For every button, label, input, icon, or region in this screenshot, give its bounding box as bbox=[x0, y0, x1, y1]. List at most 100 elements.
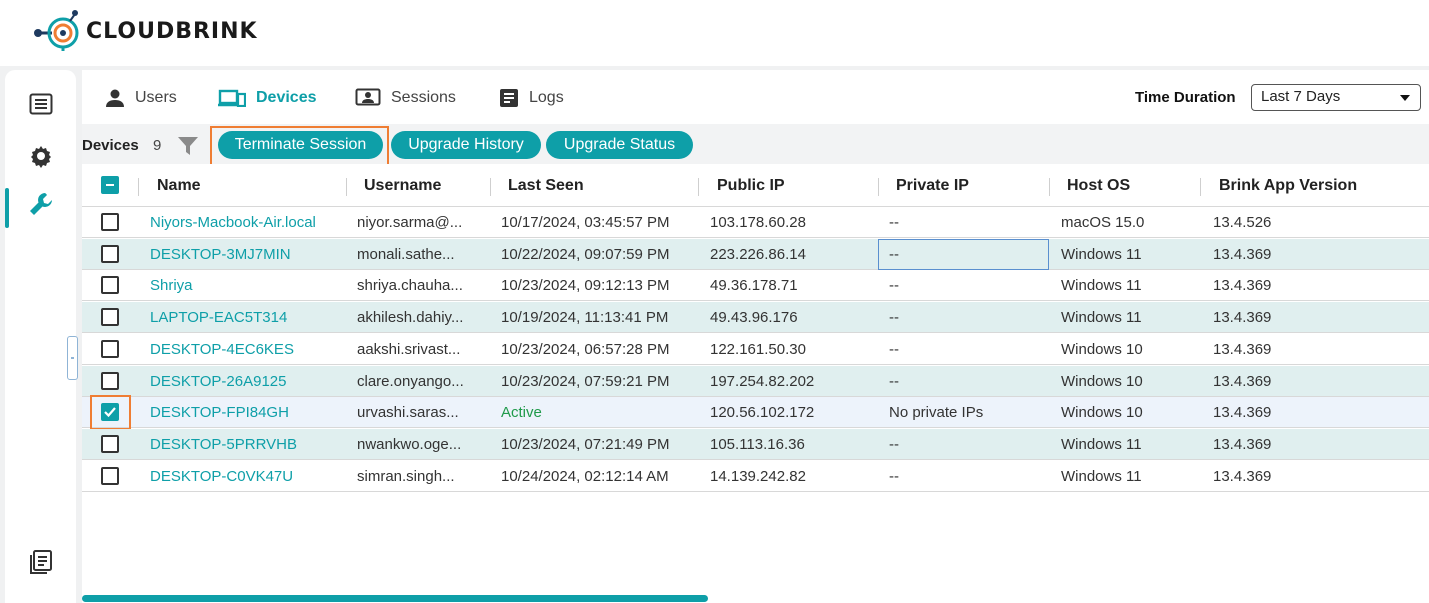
device-name-link[interactable]: DESKTOP-4EC6KES bbox=[150, 341, 294, 358]
column-header-brink-app-version[interactable]: Brink App Version bbox=[1219, 177, 1357, 195]
host-os-cell: Windows 10 bbox=[1061, 340, 1143, 358]
select-all-checkbox[interactable] bbox=[101, 176, 119, 194]
column-divider bbox=[1049, 178, 1050, 196]
table-row[interactable]: DESKTOP-3MJ7MIN monali.sathe... 10/22/2024… bbox=[82, 238, 1429, 270]
host-os-cell: Windows 11 bbox=[1061, 277, 1142, 295]
time-duration-value: Last 7 Days bbox=[1261, 88, 1341, 105]
column-header-host-os[interactable]: Host OS bbox=[1067, 177, 1130, 195]
last-seen-cell: 10/22/2024, 09:07:59 PM bbox=[501, 245, 670, 263]
row-checkbox[interactable] bbox=[101, 434, 119, 453]
brand-logo[interactable]: CLOUDBRINK bbox=[30, 6, 258, 56]
rail-item-dashboard[interactable] bbox=[5, 86, 76, 126]
username-cell: akhilesh.dahiy... bbox=[357, 309, 464, 327]
tab-users[interactable]: Users bbox=[105, 86, 177, 110]
checkbox-highlight bbox=[90, 395, 131, 431]
upgrade-status-button[interactable]: Upgrade Status bbox=[546, 131, 693, 159]
gear-icon bbox=[29, 144, 53, 173]
column-header-username[interactable]: Username bbox=[364, 177, 441, 195]
tab-sessions[interactable]: Sessions bbox=[355, 86, 456, 110]
row-checkbox[interactable] bbox=[101, 213, 119, 231]
left-nav-rail bbox=[5, 70, 76, 603]
column-header-private-ip[interactable]: Private IP bbox=[896, 177, 969, 195]
column-header-name[interactable]: Name bbox=[157, 177, 201, 195]
column-header-public-ip[interactable]: Public IP bbox=[717, 177, 785, 195]
table-row[interactable]: Niyors-Macbook-Air.local niyor.sarma@... 1… bbox=[82, 207, 1429, 238]
row-checkbox[interactable] bbox=[101, 244, 119, 263]
private-ip-cell: -- bbox=[889, 340, 899, 358]
table-row[interactable]: DESKTOP-FPI84GH urvashi.saras... Active 120… bbox=[82, 395, 1429, 431]
table-header: Name Username Last Seen Public IP Privat… bbox=[82, 164, 1429, 207]
user-icon bbox=[105, 89, 125, 107]
brand-name: CLOUDBRINK bbox=[86, 18, 258, 44]
host-os-cell: macOS 15.0 bbox=[1061, 214, 1145, 231]
brink-app-version-cell: 13.4.369 bbox=[1213, 467, 1272, 485]
row-checkbox[interactable] bbox=[101, 276, 119, 295]
public-ip-cell: 197.254.82.202 bbox=[710, 372, 815, 390]
table-row[interactable]: LAPTOP-EAC5T314 akhilesh.dahiy... 10/19/20… bbox=[82, 302, 1429, 334]
document-icon bbox=[29, 549, 52, 579]
row-checkbox[interactable] bbox=[101, 466, 119, 485]
upgrade-history-button[interactable]: Upgrade History bbox=[391, 131, 541, 159]
devices-label: Devices bbox=[82, 137, 139, 154]
table-row[interactable]: DESKTOP-C0VK47U simran.singh... 10/24/2024… bbox=[82, 461, 1429, 492]
username-cell: niyor.sarma@... bbox=[357, 214, 463, 231]
tab-devices-label: Devices bbox=[256, 89, 317, 106]
private-ip-cell: -- bbox=[889, 277, 899, 295]
device-name-link[interactable]: DESKTOP-26A9125 bbox=[150, 373, 286, 390]
device-name-link[interactable]: LAPTOP-EAC5T314 bbox=[150, 309, 287, 326]
cloudbrink-logo-icon bbox=[30, 9, 82, 53]
devices-toolbar: Devices 9 Terminate Session Upgrade Hist… bbox=[82, 124, 1429, 166]
host-os-cell: Windows 11 bbox=[1061, 245, 1142, 263]
list-icon bbox=[29, 93, 53, 120]
username-cell: shriya.chauha... bbox=[357, 277, 463, 295]
device-name-link[interactable]: DESKTOP-3MJ7MIN bbox=[150, 246, 291, 263]
logs-icon bbox=[499, 88, 519, 108]
device-name-link[interactable]: Niyors-Macbook-Air.local bbox=[150, 214, 316, 231]
rail-item-settings[interactable] bbox=[5, 138, 76, 178]
tab-logs[interactable]: Logs bbox=[499, 86, 564, 110]
time-duration-select[interactable]: Last 7 Days bbox=[1251, 84, 1421, 111]
tab-bar: Users Devices Sessions Logs Time Duratio… bbox=[82, 70, 1429, 124]
horizontal-scrollbar[interactable] bbox=[82, 595, 708, 602]
row-checkbox[interactable] bbox=[101, 371, 119, 390]
private-ip-cell: -- bbox=[889, 214, 899, 231]
terminate-session-button[interactable]: Terminate Session bbox=[218, 131, 383, 159]
rail-item-reports[interactable] bbox=[5, 544, 76, 584]
username-cell: nwankwo.oge... bbox=[357, 435, 462, 453]
last-seen-cell: 10/23/2024, 07:59:21 PM bbox=[501, 372, 670, 390]
column-header-last-seen[interactable]: Last Seen bbox=[508, 177, 584, 195]
tab-logs-label: Logs bbox=[529, 89, 564, 106]
table-row[interactable]: DESKTOP-4EC6KES aakshi.srivast... 10/23/20… bbox=[82, 334, 1429, 365]
row-checkbox[interactable] bbox=[101, 308, 119, 327]
filter-icon[interactable] bbox=[178, 137, 198, 160]
last-seen-cell: 10/23/2024, 06:57:28 PM bbox=[501, 340, 670, 358]
column-divider bbox=[138, 178, 139, 196]
main-panel: Users Devices Sessions Logs Time Duratio… bbox=[82, 70, 1429, 603]
public-ip-cell: 223.226.86.14 bbox=[710, 245, 806, 263]
last-seen-cell: 10/23/2024, 09:12:13 PM bbox=[501, 277, 670, 295]
brink-app-version-cell: 13.4.526 bbox=[1213, 214, 1272, 231]
brink-app-version-cell: 13.4.369 bbox=[1213, 435, 1272, 453]
table-row[interactable]: DESKTOP-26A9125 clare.onyango... 10/23/202… bbox=[82, 365, 1429, 397]
last-seen-cell: 10/24/2024, 02:12:14 AM bbox=[501, 467, 669, 485]
brink-app-version-cell: 13.4.369 bbox=[1213, 372, 1272, 390]
brink-app-version-cell: 13.4.369 bbox=[1213, 277, 1272, 295]
tab-devices[interactable]: Devices bbox=[218, 86, 317, 110]
private-ip-cell: -- bbox=[889, 372, 899, 390]
last-seen-cell: 10/17/2024, 03:45:57 PM bbox=[501, 214, 670, 231]
device-name-link[interactable]: Shriya bbox=[150, 277, 193, 294]
sessions-icon bbox=[355, 88, 381, 108]
row-checkbox[interactable] bbox=[101, 339, 119, 358]
column-divider bbox=[346, 178, 347, 196]
last-seen-cell: 10/19/2024, 11:13:41 PM bbox=[501, 309, 669, 327]
table-row[interactable]: DESKTOP-5PRRVHB nwankwo.oge... 10/23/2024,… bbox=[82, 428, 1429, 460]
table-row[interactable]: Shriya shriya.chauha... 10/23/2024, 09:12:… bbox=[82, 270, 1429, 302]
username-cell: aakshi.srivast... bbox=[357, 340, 461, 358]
device-name-link[interactable]: DESKTOP-5PRRVHB bbox=[150, 436, 297, 453]
device-name-link[interactable]: DESKTOP-C0VK47U bbox=[150, 468, 293, 485]
device-name-link[interactable]: DESKTOP-FPI84GH bbox=[150, 404, 289, 421]
rail-collapse-handle[interactable] bbox=[67, 336, 78, 380]
rail-item-tools[interactable] bbox=[5, 186, 76, 228]
host-os-cell: Windows 11 bbox=[1061, 435, 1142, 453]
private-ip-cell: -- bbox=[889, 467, 899, 485]
